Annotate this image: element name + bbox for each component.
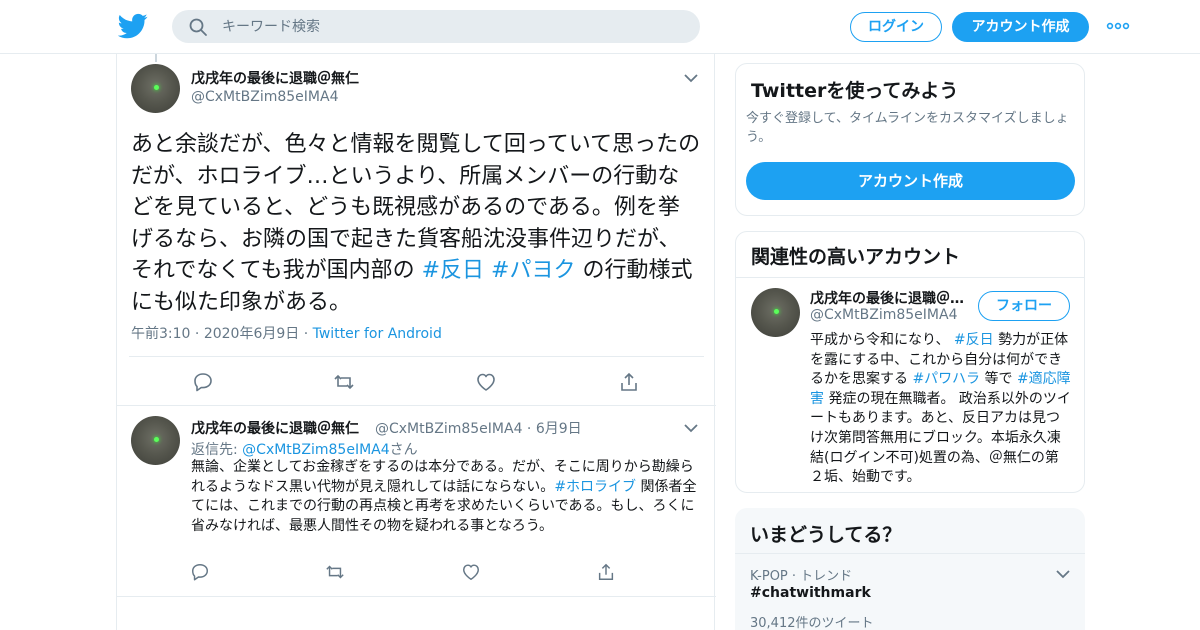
reply-icon[interactable] [192,371,214,393]
search-input[interactable] [222,10,682,43]
separator [736,277,1084,278]
account-handle[interactable]: @CxMtBZim85eIMA4 [810,307,957,323]
tweet-author-name[interactable]: 戊戌年の最後に退職＠無仁 [191,418,359,438]
trend-tweet-count: 30,412件のツイート [750,616,874,630]
signup-cta-button[interactable]: アカウント作成 [746,162,1075,200]
trend-context: K-POP · トレンド [750,569,853,584]
chevron-down-icon[interactable] [683,422,699,434]
tweet-divider [117,405,716,406]
signup-prompt-card: Twitterを使ってみよう 今すぐ登録して、タイムラインをカスタマイズしましょ… [735,63,1085,216]
reply-icon[interactable] [190,562,210,582]
login-button[interactable]: ログイン [850,12,942,42]
share-icon[interactable] [618,371,640,393]
like-heart-icon[interactable] [461,562,481,582]
separator [129,356,704,357]
reply-prefix: 返信先: [191,442,243,458]
like-heart-icon[interactable] [475,371,497,393]
tweet-text: あと余談だが、色々と情報を閲覧して回っていて思ったのだが、ホロライブ…というより… [131,129,701,318]
tweet-metadata: 午前3:10 · 2020年6月9日 · Twitter for Android [131,326,442,342]
separator [735,553,1085,554]
account-name[interactable]: 戊戌年の最後に退職＠無仁 [810,288,970,308]
card-title: いまどうしてる？ [750,524,902,546]
tweet-handle-date: @CxMtBZim85eIMA4 · 6月9日 [375,421,582,437]
tweet-author-handle[interactable]: @CxMtBZim85eIMA4 [191,89,338,105]
tweet-time[interactable]: 午前3:10 [131,326,190,342]
tweet-date[interactable]: 2020年6月9日 [204,326,299,342]
tweet-text: 無論、企業としてお金稼ぎをするのは本分である。だが、そこに周りから勘繰られるよう… [191,458,701,536]
chevron-down-icon[interactable] [683,72,699,84]
hashtag-link[interactable]: #反日 [954,332,994,348]
bio-text: 発症の現在無職者。 政治系以外のツイートもあります。あと、反日アカは見つけ次第問… [810,390,1071,486]
bio-text: 等で [980,371,1017,388]
reply-suffix: さん [389,442,418,458]
reply-context: 返信先: @CxMtBZim85eIMA4さん [191,439,418,459]
card-title: Twitterを使ってみよう [751,80,959,102]
tweet-date[interactable]: 6月9日 [536,421,582,437]
timeline-column: 戊戌年の最後に退職＠無仁 @CxMtBZim85eIMA4 あと余談だが、色々と… [116,54,716,630]
search-icon [189,18,207,36]
retweet-icon[interactable] [333,371,355,393]
tweet-divider [117,596,716,597]
search-bar[interactable] [172,10,700,43]
twitter-bird-icon[interactable] [118,11,148,41]
hashtag-link[interactable]: #反日 [422,258,484,283]
avatar[interactable] [131,416,180,465]
trend-topic-link[interactable]: #chatwithmark [750,585,871,601]
trends-card: いまどうしてる？ K-POP · トレンド #chatwithmark 30,4… [735,508,1085,630]
avatar[interactable] [751,288,800,337]
card-title: 関連性の高いアカウント [751,246,961,268]
retweet-icon[interactable] [325,562,345,582]
share-icon[interactable] [596,562,616,582]
account-bio: 平成から令和になり、 #反日 勢力が正体を露にする中、これから自分は何ができるか… [810,331,1072,488]
bio-text: 平成から令和になり、 [810,332,954,348]
follow-button[interactable]: フォロー [978,291,1070,321]
tweet-author-name[interactable]: 戊戌年の最後に退職＠無仁 [191,68,359,88]
top-bar: ログイン アカウント作成 [0,0,1200,54]
thread-connector-line [155,54,157,62]
more-menu-icon[interactable] [1106,18,1130,34]
chevron-down-icon[interactable] [1055,568,1071,580]
hashtag-link[interactable]: #パワハラ [912,371,980,387]
hashtag-link[interactable]: #パヨク [491,258,575,283]
hashtag-link[interactable]: #ホロライブ [554,479,636,495]
related-accounts-card: 関連性の高いアカウント 戊戌年の最後に退職＠無仁 @CxMtBZim85eIMA… [735,231,1085,493]
tweet-author-handle[interactable]: @CxMtBZim85eIMA4 [375,421,522,437]
avatar[interactable] [131,64,180,113]
tweet-source-link[interactable]: Twitter for Android [313,326,442,342]
card-description: 今すぐ登録して、タイムラインをカスタマイズしましょう。 [746,111,1069,145]
signup-button[interactable]: アカウント作成 [952,12,1089,42]
reply-to-handle-link[interactable]: @CxMtBZim85eIMA4 [242,442,389,458]
